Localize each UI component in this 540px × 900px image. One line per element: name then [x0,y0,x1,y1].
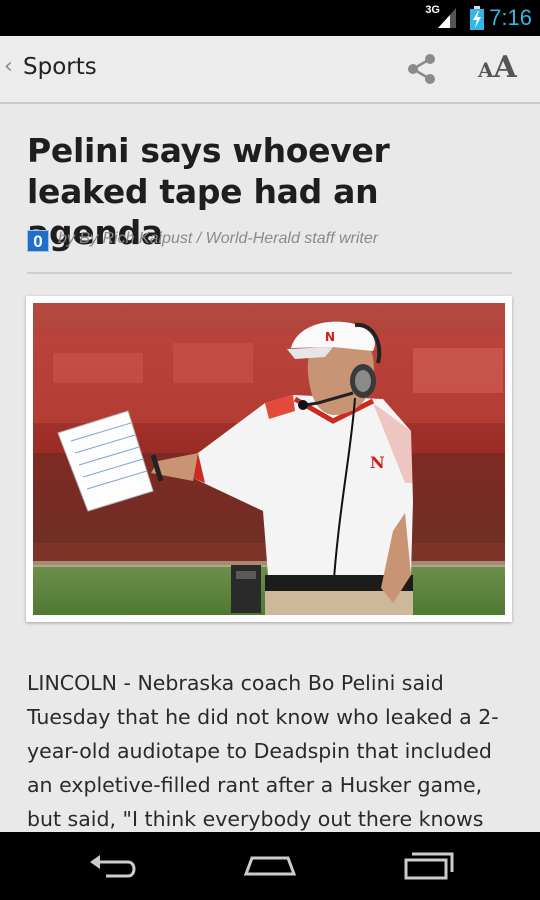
source-logo: 0 [27,230,49,252]
navigation-bar [0,832,540,900]
action-bar: ‹ Sports AA [0,36,540,104]
article-byline: by By Rich Kaipust / World-Herald staff … [58,230,379,247]
clock: 7:16 [489,5,532,30]
back-icon[interactable] [84,848,144,884]
home-icon[interactable] [240,848,300,884]
svg-text:N: N [370,453,385,472]
signal-icon [438,8,456,28]
article-photo[interactable]: N N [26,296,512,622]
battery-icon [470,6,484,30]
svg-text:N: N [325,330,335,344]
section-title[interactable]: Sports [23,54,97,80]
recent-apps-icon[interactable] [398,848,458,884]
photo-coach: N N [33,303,505,615]
article: Pelini says whoever leaked tape had an a… [0,104,540,832]
status-bar: 3G 7:16 [0,0,540,36]
article-body: LINCOLN - Nebraska coach Bo Pelini said … [27,671,499,831]
chevron-left-icon[interactable]: ‹ [4,54,13,79]
font-size-small-label: A [478,58,494,82]
divider [27,272,512,274]
share-icon[interactable] [404,51,440,87]
font-size-button[interactable]: AA [478,50,517,86]
font-size-large-label: A [493,50,517,85]
